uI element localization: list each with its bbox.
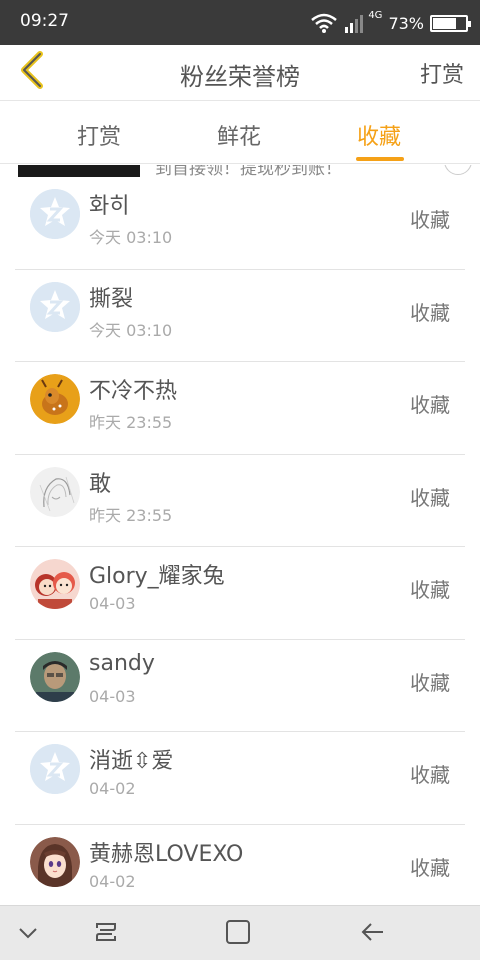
list-item[interactable]: 黄赫恩LOVEXO 04-02 收藏 (15, 825, 465, 917)
timestamp: 04-03 (89, 686, 136, 706)
tab-favorites[interactable]: 收藏 (357, 119, 401, 151)
home-button[interactable] (220, 916, 256, 952)
list-item[interactable]: 撕裂 今天 03:10 收藏 (15, 270, 465, 362)
hide-nav-button[interactable] (10, 916, 46, 952)
list-item[interactable]: Glory_耀家兔 04-03 收藏 (15, 547, 465, 640)
action-label: 收藏 (410, 300, 450, 325)
user-name: 消逝⇳爱 (89, 749, 174, 774)
action-label: 收藏 (410, 855, 450, 880)
user-name: 화히 (89, 194, 130, 219)
timestamp: 04-02 (89, 871, 136, 891)
battery-icon (430, 14, 471, 32)
banner-close-icon[interactable] (444, 165, 472, 175)
signal-icon (344, 12, 366, 34)
recent-apps-button[interactable] (88, 916, 124, 952)
user-name: Glory_耀家兔 (89, 564, 225, 589)
tab-bar: 打赏 鲜花 收藏 (0, 101, 480, 164)
action-label: 收藏 (410, 485, 450, 510)
back-arrow-icon (359, 918, 387, 950)
header: 粉丝荣誉榜 打赏 (0, 45, 480, 101)
list-item[interactable]: 敢 昨天 23:55 收藏 (15, 455, 465, 547)
sketch-avatar (30, 466, 80, 517)
action-label: 收藏 (410, 763, 450, 787)
tab-reward[interactable]: 打赏 (77, 119, 121, 151)
timestamp: 昨天 23:55 (89, 413, 173, 432)
action-label: 收藏 (410, 208, 450, 232)
favorites-list: 화히 今天 03:10 收藏 撕裂 今天 03:10 收藏 不冷不热 昨天 23… (0, 177, 480, 917)
network-type: 4G (368, 9, 383, 21)
banner-image (18, 165, 140, 177)
reward-button[interactable]: 打赏 (420, 57, 464, 89)
action-label: 收藏 (410, 393, 450, 417)
photo-avatar (30, 651, 80, 702)
cartoon-girls-avatar (30, 559, 80, 609)
default-avatar-icon (30, 281, 80, 332)
battery-level-fill (433, 17, 456, 29)
timestamp: 04-03 (89, 594, 136, 613)
wifi-icon (310, 13, 338, 33)
list-item[interactable]: sandy 04-03 收藏 (15, 640, 465, 732)
timestamp: 04-02 (89, 779, 136, 798)
active-tab-indicator (356, 157, 404, 161)
user-name: sandy (89, 650, 155, 676)
back-nav-button[interactable] (355, 916, 391, 952)
recent-apps-icon (92, 918, 120, 950)
user-name: 撕裂 (89, 286, 134, 312)
list-item[interactable]: 不冷不热 昨天 23:55 收藏 (15, 362, 465, 455)
user-name: 敢 (89, 471, 112, 497)
list-item[interactable]: 消逝⇳爱 04-02 收藏 (15, 732, 465, 825)
home-square-icon (224, 918, 252, 950)
page-title: 粉丝荣誉榜 (180, 63, 300, 91)
status-time: 09:27 (20, 11, 69, 31)
action-label: 收藏 (410, 670, 450, 695)
banner-strip[interactable]: 到首接领！提现秒到账！ (0, 165, 480, 177)
action-label: 收藏 (410, 578, 450, 602)
timestamp: 今天 03:10 (89, 228, 173, 247)
banner-text: 到首接领！提现秒到账！ (155, 165, 342, 177)
user-name: 不冷不热 (89, 379, 178, 404)
timestamp: 昨天 23:55 (89, 505, 173, 525)
battery-percent: 73% (388, 13, 424, 33)
status-bar: 09:27 4G 73% (0, 0, 480, 45)
list-item[interactable]: 화히 今天 03:10 收藏 (15, 177, 465, 270)
system-nav-bar (0, 905, 480, 960)
tab-flowers[interactable]: 鲜花 (217, 119, 261, 151)
anime-girl-avatar (30, 836, 80, 887)
chevron-down-icon (17, 925, 39, 944)
fawn-avatar (30, 374, 80, 424)
timestamp: 今天 03:10 (89, 320, 173, 340)
status-icons: 4G 73% (310, 8, 471, 38)
default-avatar-icon (30, 744, 80, 794)
default-avatar-icon (30, 189, 80, 239)
user-name: 黄赫恩LOVEXO (89, 841, 244, 867)
